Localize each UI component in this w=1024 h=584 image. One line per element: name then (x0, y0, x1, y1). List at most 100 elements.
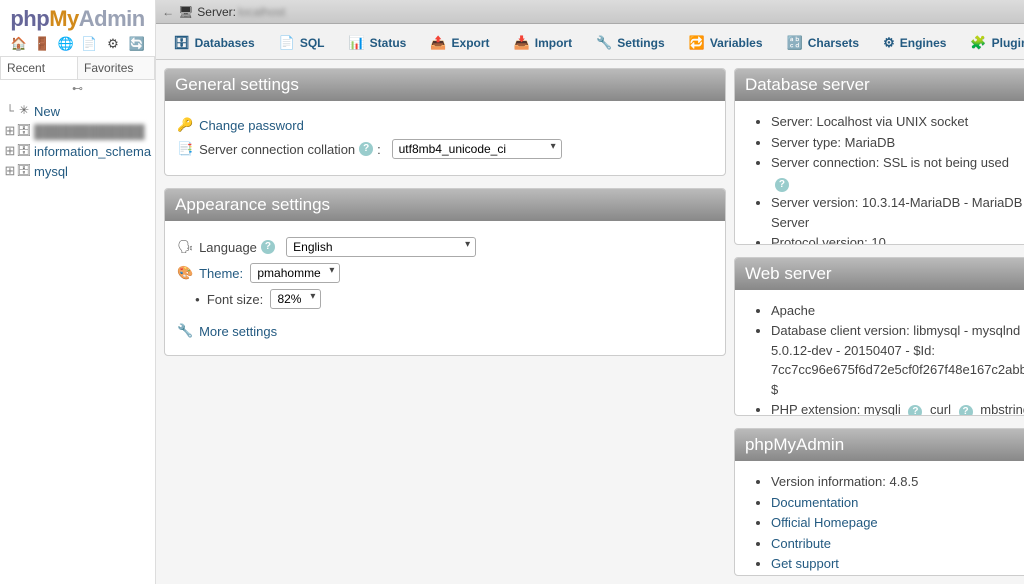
tree-label[interactable]: New (34, 104, 60, 119)
sql-icon: 📄 (279, 35, 295, 51)
tree-label: ████████████ (34, 124, 145, 139)
tab-variables[interactable]: 🔁Variables (678, 28, 774, 59)
db-icon: 🗄 (16, 163, 32, 179)
help-icon[interactable]: ? (261, 240, 275, 254)
tab-settings[interactable]: 🔧Settings (585, 28, 676, 59)
tree-label[interactable]: information_schema (34, 144, 151, 159)
tab-charsets[interactable]: 🔡Charsets (776, 28, 871, 59)
version-info: Version information: 4.8.5 (771, 472, 1024, 492)
panel-title: phpMyAdmin (735, 429, 1024, 461)
sidebar-toolbar: 🏠 🚪 🌐 📄 ⚙ 🔄 (0, 34, 155, 56)
general-settings-panel: General settings 🔑 Change password 📑 Ser… (164, 68, 726, 176)
tab-import[interactable]: 📥Import (503, 28, 584, 59)
import-icon: 📥 (514, 35, 530, 51)
tree-line-icon: └ (4, 104, 16, 119)
breadcrumb-bar: ← 🖥 Server: localhost ⌃ (156, 0, 1024, 24)
logo[interactable]: phpMyAdmin (0, 0, 155, 34)
db-icon: 🗄 (16, 143, 32, 159)
theme-icon: 🎨 (177, 265, 195, 281)
panel-title: Database server (735, 69, 1024, 101)
pma-link-homepage[interactable]: Official Homepage (771, 515, 878, 530)
export-icon: 📤 (430, 35, 446, 51)
tree-db[interactable]: ⊞ 🗄 information_schema (0, 141, 155, 161)
tree-db[interactable]: ⊞ 🗄 mysql (0, 161, 155, 181)
info-item: PHP extension: mysqli ? curl ? mbstring … (771, 400, 1024, 416)
new-icon: ✳ (16, 103, 32, 119)
server-icon: 🖥 (178, 5, 193, 19)
change-password-link[interactable]: Change password (199, 118, 304, 133)
web-server-panel: Web server Apache Database client versio… (734, 257, 1024, 417)
tab-sql[interactable]: 📄SQL (268, 28, 336, 59)
panel-title: Web server (735, 258, 1024, 290)
phpmyadmin-panel: phpMyAdmin Version information: 4.8.5 Do… (734, 428, 1024, 576)
wrench-icon: 🔧 (177, 323, 195, 339)
collation-label: Server connection collation (199, 142, 355, 157)
sidebar-tabs: Recent Favorites (0, 56, 155, 80)
tab-export[interactable]: 📤Export (419, 28, 500, 59)
collation-select[interactable]: utf8mb4_unicode_ci (392, 139, 562, 159)
variables-icon: 🔁 (689, 35, 705, 51)
tree-new[interactable]: └ ✳ New (0, 101, 155, 121)
expand-icon[interactable]: ⊞ (4, 144, 16, 159)
info-item: Protocol version: 10 (771, 233, 1024, 245)
tab-databases[interactable]: 🗄Databases (162, 28, 266, 59)
docs-icon[interactable]: 🌐 (58, 36, 74, 52)
language-select[interactable]: English (286, 237, 476, 257)
reload-icon[interactable]: 🔄 (129, 36, 145, 52)
pma-link-documentation[interactable]: Documentation (771, 495, 858, 510)
tree-label[interactable]: mysql (34, 164, 68, 179)
charsets-icon: 🔡 (787, 35, 803, 51)
sidebar: phpMyAdmin 🏠 🚪 🌐 📄 ⚙ 🔄 Recent Favorites … (0, 0, 156, 584)
help-icon[interactable]: ? (959, 405, 973, 416)
expand-icon[interactable]: ⊞ (4, 124, 16, 139)
nav-back-icon[interactable]: ← (162, 5, 174, 19)
info-item: Server connection: SSL is not being used… (771, 153, 1024, 192)
db-icon: 🗄 (16, 123, 32, 139)
info-item: Server type: MariaDB (771, 133, 1024, 153)
theme-select[interactable]: pmahomme (250, 263, 340, 283)
tab-favorites[interactable]: Favorites (78, 56, 155, 79)
sql-icon[interactable]: 📄 (81, 36, 97, 52)
expand-icon[interactable]: ⊞ (4, 164, 16, 179)
databases-icon: 🗄 (173, 35, 190, 51)
content: General settings 🔑 Change password 📑 Ser… (156, 60, 1024, 584)
engines-icon: ⚙ (883, 35, 895, 51)
link-icon: ⊷ (0, 82, 155, 95)
language-label: Language (199, 240, 257, 255)
fontsize-label: Font size: (207, 292, 263, 307)
database-server-panel: Database server Server: Localhost via UN… (734, 68, 1024, 245)
db-tree: └ ✳ New ⊞ 🗄 ████████████ ⊞ 🗄 information… (0, 97, 155, 185)
tree-db[interactable]: ⊞ 🗄 ████████████ (0, 121, 155, 141)
settings-icon: 🔧 (596, 35, 612, 51)
tab-recent[interactable]: Recent (0, 56, 78, 79)
home-icon[interactable]: 🏠 (10, 36, 26, 52)
pma-link-contribute[interactable]: Contribute (771, 536, 831, 551)
plugins-icon: 🧩 (970, 35, 986, 51)
panel-title: Appearance settings (165, 189, 725, 221)
more-settings-link[interactable]: More settings (199, 324, 277, 339)
server-label: Server: (197, 5, 236, 19)
tab-engines[interactable]: ⚙Engines (872, 28, 957, 59)
theme-label[interactable]: Theme: (199, 266, 243, 281)
tab-plugins[interactable]: 🧩Plugins (959, 28, 1024, 59)
help-icon[interactable]: ? (908, 405, 922, 416)
pma-link-support[interactable]: Get support (771, 556, 839, 571)
info-item: Database client version: libmysql - mysq… (771, 321, 1024, 399)
info-item: Server: Localhost via UNIX socket (771, 112, 1024, 132)
logout-icon[interactable]: 🚪 (34, 36, 50, 52)
password-icon: 🔑 (177, 117, 195, 133)
collation-icon: 📑 (177, 141, 195, 157)
tab-status[interactable]: 📊Status (337, 28, 417, 59)
help-icon[interactable]: ? (359, 142, 373, 156)
fontsize-select[interactable]: 82% (270, 289, 321, 309)
panel-title: General settings (165, 69, 725, 101)
info-item: Apache (771, 301, 1024, 321)
top-tabs: 🗄Databases 📄SQL 📊Status 📤Export 📥Import … (156, 24, 1024, 60)
main: ← 🖥 Server: localhost ⌃ 🗄Databases 📄SQL … (156, 0, 1024, 584)
status-icon: 📊 (348, 35, 364, 51)
info-item: Server version: 10.3.14-MariaDB - MariaD… (771, 193, 1024, 232)
help-icon[interactable]: ? (775, 178, 789, 192)
settings-icon[interactable]: ⚙ (105, 36, 121, 52)
server-host: localhost (238, 5, 285, 19)
language-icon: 🗣 (177, 239, 195, 255)
